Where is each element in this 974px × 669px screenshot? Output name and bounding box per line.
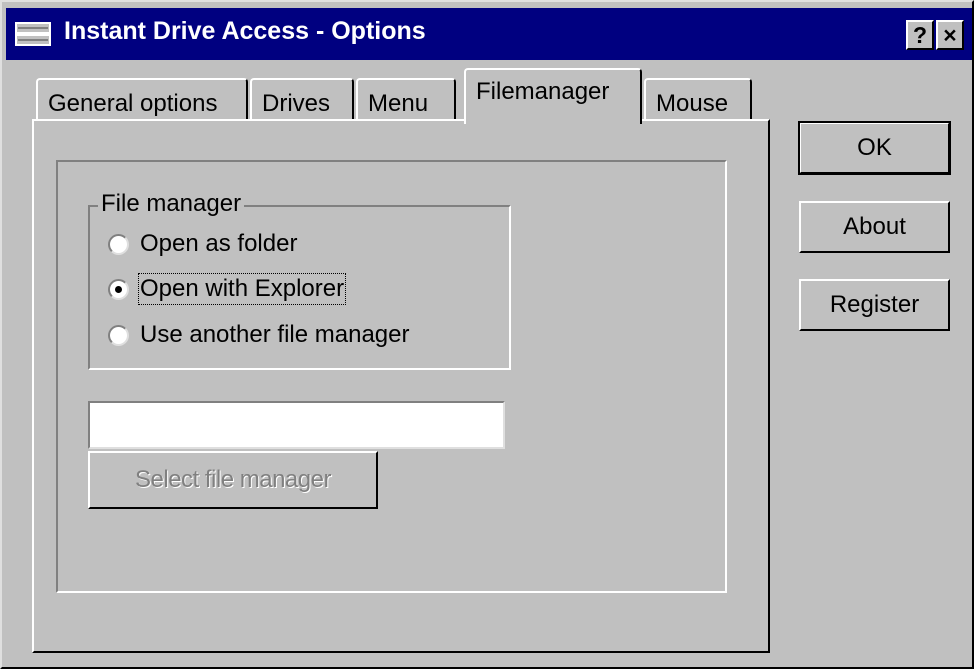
tab-label: Mouse — [656, 90, 729, 117]
help-button[interactable]: ? — [906, 20, 934, 50]
register-button[interactable]: Register — [799, 279, 950, 331]
tab-label: General options — [48, 90, 218, 117]
radio-button[interactable] — [108, 279, 129, 300]
file-manager-path-input[interactable] — [88, 401, 505, 449]
tab-label: Menu — [368, 90, 429, 117]
ok-button[interactable]: OK — [798, 121, 951, 175]
selected-dot-icon — [115, 286, 122, 293]
tab-label: Filemanager — [476, 78, 610, 105]
drive-icon — [15, 22, 51, 46]
tab-mouse[interactable]: Mouse — [644, 78, 752, 122]
tab-drives[interactable]: Drives — [250, 78, 354, 122]
help-icon: ? — [912, 22, 928, 48]
close-icon: × — [943, 22, 957, 48]
tab-label: Drives — [262, 90, 331, 117]
close-button[interactable]: × — [936, 20, 964, 50]
radio-button[interactable] — [108, 234, 129, 255]
radio-label: Open with Explorer — [137, 273, 347, 305]
radio-label: Open as folder — [140, 230, 298, 257]
about-button[interactable]: About — [799, 201, 950, 253]
tab-menu[interactable]: Menu — [356, 78, 456, 122]
radio-button[interactable] — [108, 325, 129, 346]
select-file-manager-button[interactable]: Select file manager — [88, 451, 378, 509]
radio-label: Use another file manager — [140, 321, 410, 348]
tab-general-options[interactable]: General options — [36, 78, 248, 122]
tab-filemanager[interactable]: Filemanager — [464, 68, 642, 124]
title-bar[interactable]: Instant Drive Access - Options ? × — [6, 8, 972, 60]
group-label: File manager — [98, 190, 245, 218]
window-title: Instant Drive Access - Options — [64, 17, 426, 45]
options-dialog: Instant Drive Access - Options ? × Gener… — [0, 0, 974, 669]
